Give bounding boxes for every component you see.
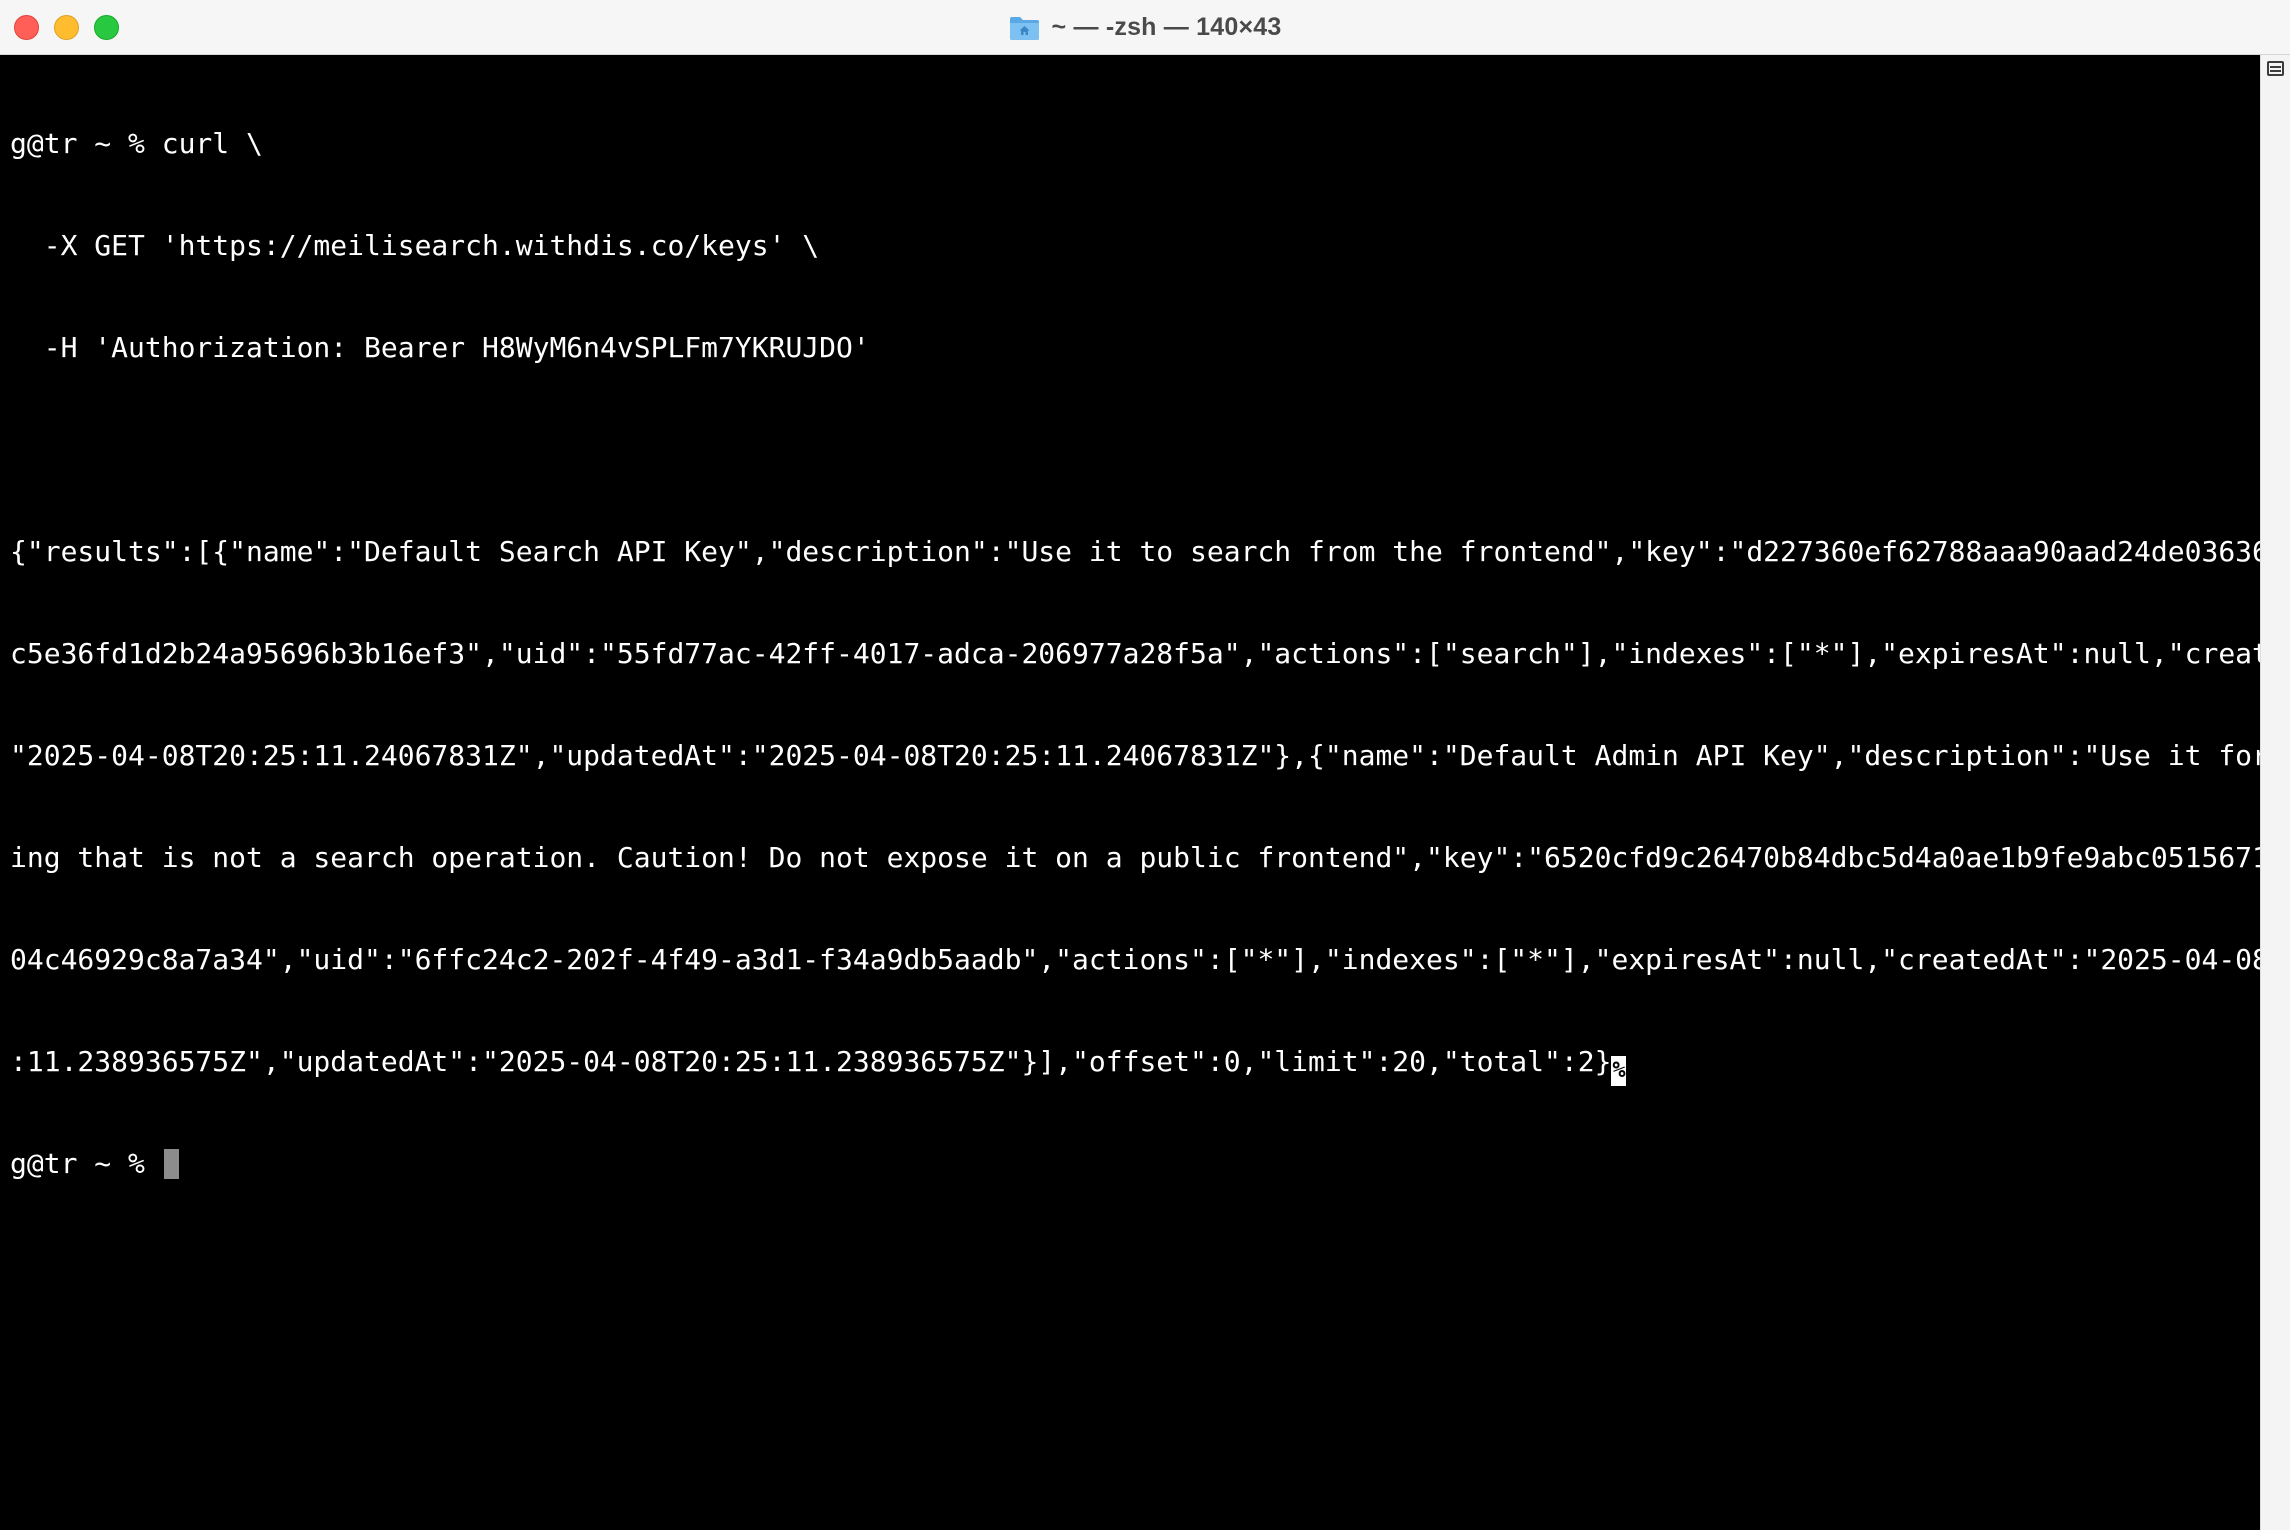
terminal-line: "2025-04-08T20:25:11.24067831Z","updated… [10,739,2260,772]
terminal-text: g@tr ~ % curl \ -X GET 'https://meilisea… [10,59,2260,1249]
terminal-line: ing that is not a search operation. Caut… [10,841,2260,874]
text-cursor [163,1149,179,1179]
shell-prompt: g@tr ~ % [10,1147,162,1180]
terminal-line: -H 'Authorization: Bearer H8WyM6n4vSPLFm… [10,331,870,364]
terminal-line-last-output: :11.238936575Z","updatedAt":"2025-04-08T… [10,1045,2260,1086]
terminal-line: 04c46929c8a7a34","uid":"6ffc24c2-202f-4f… [10,943,2260,976]
partial-line-marker: % [1611,1056,1627,1086]
terminal-line: c5e36fd1d2b24a95696b3b16ef3","uid":"55fd… [10,637,2260,670]
terminal-line: -X GET 'https://meilisearch.withdis.co/k… [10,229,820,262]
window-title: ~ — -zsh — 140×43 [1051,13,1282,41]
terminal-output-area[interactable]: g@tr ~ % curl \ -X GET 'https://meilisea… [0,55,2260,1530]
json-output-tail: :11.238936575Z","updatedAt":"2025-04-08T… [10,1045,1612,1078]
terminal-line: {"results":[{"name":"Default Search API … [10,535,2260,568]
vertical-scrollbar[interactable] [2260,55,2290,1530]
title-bar[interactable]: ~ — -zsh — 140×43 [0,0,2290,55]
split-pane-icon[interactable] [2267,61,2284,76]
terminal-window: ~ — -zsh — 140×43 g@tr ~ % curl \ -X GET… [0,0,2290,1530]
window-title-group: ~ — -zsh — 140×43 [0,0,2290,55]
terminal-prompt-line[interactable]: g@tr ~ % [10,1147,2260,1181]
terminal-line: g@tr ~ % curl \ [10,127,263,160]
home-folder-icon [1009,15,1040,41]
